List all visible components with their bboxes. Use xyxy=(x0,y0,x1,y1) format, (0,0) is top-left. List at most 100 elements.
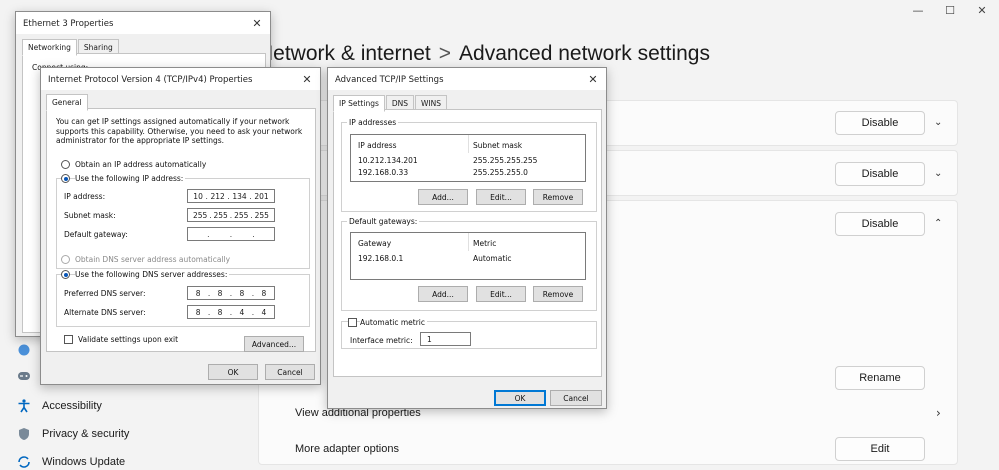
ip-octet: 255 xyxy=(254,210,269,220)
ip-octet: 8 xyxy=(217,307,223,317)
table-row[interactable]: 10.212.134.201 xyxy=(358,156,418,165)
ip-description: You can get IP settings assigned automat… xyxy=(56,117,303,145)
remove-gateway-button[interactable]: Remove xyxy=(533,286,583,302)
breadcrumb-separator: > xyxy=(438,42,452,65)
ip-addresses-label: IP addresses xyxy=(347,118,399,127)
preferred-dns-label: Preferred DNS server: xyxy=(64,289,146,298)
interface-metric-input[interactable]: 1 xyxy=(420,332,471,346)
rename-button[interactable]: Rename xyxy=(835,366,925,390)
dns-group xyxy=(56,274,310,327)
ip-address-label: IP address: xyxy=(64,192,106,201)
table-cell: 255.255.255.255 xyxy=(473,156,538,165)
use-following-dns-radio[interactable] xyxy=(61,270,70,279)
nav-item-privacy[interactable]: Privacy & security xyxy=(16,426,129,442)
nav-item-accessibility[interactable]: Accessibility xyxy=(16,398,102,414)
add-gateway-button[interactable]: Add... xyxy=(418,286,468,302)
ip-octet: 8 xyxy=(195,288,201,298)
table-cell: Automatic xyxy=(473,254,512,263)
ok-button[interactable]: OK xyxy=(208,364,258,380)
remove-ip-button[interactable]: Remove xyxy=(533,189,583,205)
dialog-title: Ethernet 3 Properties xyxy=(16,12,270,34)
tab-ip-settings[interactable]: IP Settings xyxy=(333,95,385,112)
chevron-down-icon[interactable]: ⌄ xyxy=(934,168,942,179)
cancel-button[interactable]: Cancel xyxy=(265,364,315,380)
gateways-label: Default gateways: xyxy=(347,217,420,226)
breadcrumb-network[interactable]: Network & internet xyxy=(258,42,431,65)
close-icon[interactable]: ✕ xyxy=(244,12,270,34)
general-panel: You can get IP settings assigned automat… xyxy=(46,108,316,352)
obtain-dns-auto-label: Obtain DNS server address automatically xyxy=(75,255,231,264)
ip-octet: 255 xyxy=(213,210,228,220)
ip-octet: 134 xyxy=(232,191,247,201)
automatic-metric-checkbox[interactable] xyxy=(348,318,357,327)
obtain-dns-auto-radio[interactable] xyxy=(61,255,70,264)
edit-ip-button[interactable]: Edit... xyxy=(476,189,526,205)
default-gateway-input[interactable]: ... xyxy=(187,227,275,241)
cancel-button[interactable]: Cancel xyxy=(550,390,602,406)
obtain-ip-auto-radio[interactable] xyxy=(61,160,70,169)
interface-metric-label: Interface metric: xyxy=(350,336,413,345)
ip-octet: 8 xyxy=(239,288,245,298)
subnet-mask-input[interactable]: 255. 255. 255. 255 xyxy=(187,208,275,222)
chevron-down-icon[interactable]: ⌄ xyxy=(934,117,942,128)
shield-icon xyxy=(16,426,32,442)
edit-gateway-button[interactable]: Edit... xyxy=(476,286,526,302)
time-language-icon[interactable] xyxy=(16,342,32,358)
close-icon[interactable]: ✕ xyxy=(967,4,997,17)
validate-label: Validate settings upon exit xyxy=(78,335,179,344)
ipv4-properties-dialog: Internet Protocol Version 4 (TCP/IPv4) P… xyxy=(40,67,321,385)
edit-button[interactable]: Edit xyxy=(835,437,925,461)
nav-label: Windows Update xyxy=(42,456,126,468)
windows-update-icon xyxy=(16,454,32,470)
automatic-metric-label: Automatic metric xyxy=(360,318,427,327)
close-icon[interactable]: ✕ xyxy=(580,68,606,90)
ip-octet: 8 xyxy=(261,288,267,298)
minimize-icon[interactable]: — xyxy=(903,4,933,17)
gaming-icon[interactable] xyxy=(16,368,32,384)
ip-octet: 10 xyxy=(193,191,203,201)
tab-networking[interactable]: Networking xyxy=(22,39,77,56)
ip-octet: 212 xyxy=(210,191,225,201)
disable-button-2[interactable]: Disable xyxy=(835,162,925,186)
chevron-up-icon[interactable]: ⌃ xyxy=(934,218,942,229)
ok-button[interactable]: OK xyxy=(494,390,546,406)
table-cell: 255.255.255.0 xyxy=(473,168,528,177)
default-gateway-label: Default gateway: xyxy=(64,230,128,239)
table-row[interactable]: 192.168.0.1 xyxy=(358,254,403,263)
table-row[interactable]: 192.168.0.33 xyxy=(358,168,408,177)
preferred-dns-input[interactable]: 8.8.8.8 xyxy=(187,286,275,300)
ip-address-input[interactable]: 10. 212. 134. 201 xyxy=(187,189,275,203)
obtain-ip-auto-label: Obtain an IP address automatically xyxy=(75,160,207,169)
nav-label: Privacy & security xyxy=(42,428,130,440)
advanced-tcpip-dialog: Advanced TCP/IP Settings ✕ IP Settings D… xyxy=(327,67,607,409)
column-header-subnet[interactable]: Subnet mask xyxy=(473,141,522,150)
nav-item-windows-update[interactable]: Windows Update xyxy=(16,454,125,470)
ip-addresses-list[interactable]: IP address Subnet mask 10.212.134.201 25… xyxy=(350,134,586,182)
use-following-ip-radio[interactable] xyxy=(61,174,70,183)
column-header-metric[interactable]: Metric xyxy=(473,239,496,248)
validate-checkbox[interactable] xyxy=(64,335,73,344)
disable-button-1[interactable]: Disable xyxy=(835,111,925,135)
tab-strip: General xyxy=(46,94,89,111)
ip-octet: 255 xyxy=(192,210,208,220)
ip-octet: 255 xyxy=(234,210,249,220)
gateways-list[interactable]: Gateway Metric 192.168.0.1 Automatic xyxy=(350,232,586,280)
alternate-dns-label: Alternate DNS server: xyxy=(64,308,146,317)
column-header-gateway[interactable]: Gateway xyxy=(358,239,391,248)
maximize-icon[interactable]: ☐ xyxy=(935,4,965,17)
breadcrumb-current: Advanced network settings xyxy=(459,42,710,65)
close-icon[interactable]: ✕ xyxy=(294,68,320,90)
disable-button-3[interactable]: Disable xyxy=(835,212,925,236)
ip-octet: 8 xyxy=(217,288,223,298)
ip-settings-panel: IP addresses IP address Subnet mask 10.2… xyxy=(333,109,602,377)
alternate-dns-input[interactable]: 8.8.4.4 xyxy=(187,305,275,319)
subnet-mask-label: Subnet mask: xyxy=(64,211,116,220)
column-divider xyxy=(468,233,469,251)
advanced-button[interactable]: Advanced... xyxy=(244,336,304,352)
column-header-ip[interactable]: IP address xyxy=(358,141,397,150)
use-following-dns-label: Use the following DNS server addresses: xyxy=(75,270,230,279)
tab-general[interactable]: General xyxy=(46,94,88,111)
chevron-right-icon[interactable]: › xyxy=(936,406,941,420)
add-ip-button[interactable]: Add... xyxy=(418,189,468,205)
ip-octet: 8 xyxy=(195,307,201,317)
